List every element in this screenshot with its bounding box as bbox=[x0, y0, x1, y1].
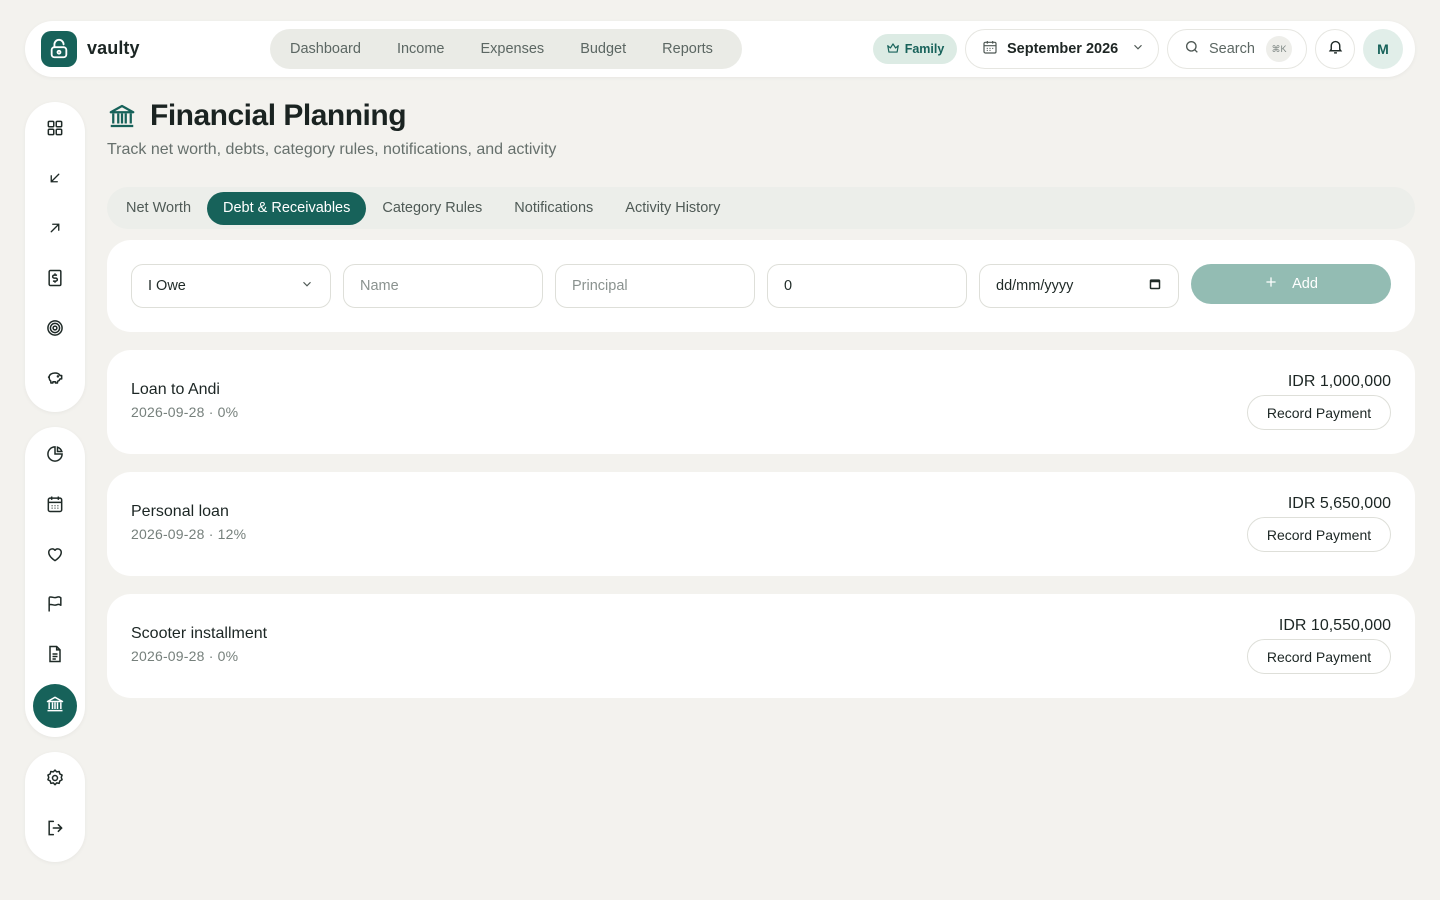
main-nav: Dashboard Income Expenses Budget Reports bbox=[270, 29, 742, 69]
vaulty-logo-icon[interactable] bbox=[41, 31, 77, 67]
sidebar-group-main bbox=[25, 102, 85, 412]
family-badge[interactable]: Family bbox=[873, 34, 957, 64]
add-button-label: Add bbox=[1292, 276, 1318, 292]
plus-icon bbox=[1264, 275, 1278, 293]
sidebar-item-income[interactable] bbox=[33, 158, 77, 202]
name-field[interactable] bbox=[343, 264, 543, 308]
pie-chart-icon bbox=[45, 444, 65, 469]
nav-reports[interactable]: Reports bbox=[644, 29, 731, 69]
list-item: Personal loan 2026-09-28 · 12% IDR 5,650… bbox=[107, 472, 1415, 576]
brand-name: vaulty bbox=[87, 38, 140, 58]
debt-amount: IDR 10,550,000 bbox=[1278, 617, 1391, 634]
tab-notifications[interactable]: Notifications bbox=[498, 192, 609, 225]
debt-name: Personal loan bbox=[131, 503, 229, 520]
sidebar-item-wishlist[interactable] bbox=[33, 534, 77, 578]
bank-icon bbox=[107, 101, 137, 136]
planning-tabs: Net Worth Debt & Receivables Category Ru… bbox=[107, 187, 1415, 229]
grid-icon bbox=[45, 118, 65, 143]
sidebar-group-system bbox=[25, 752, 85, 862]
settings-icon bbox=[45, 768, 65, 793]
sidebar-item-budget[interactable] bbox=[33, 258, 77, 302]
sidebar-item-logout[interactable] bbox=[33, 808, 77, 852]
page-title: Financial Planning bbox=[150, 99, 407, 132]
sidebar-item-financial-planning[interactable] bbox=[33, 684, 77, 728]
sidebar-item-reports[interactable] bbox=[33, 434, 77, 478]
name-input[interactable] bbox=[360, 278, 526, 294]
flag-icon bbox=[45, 594, 65, 619]
avatar[interactable]: M bbox=[1363, 29, 1403, 69]
target-icon bbox=[45, 318, 65, 343]
receipt-dollar-icon bbox=[45, 268, 65, 293]
heart-icon bbox=[45, 544, 65, 569]
due-date-field[interactable]: dd/mm/yyyy bbox=[979, 264, 1179, 308]
add-button[interactable]: Add bbox=[1191, 264, 1391, 304]
nav-budget[interactable]: Budget bbox=[562, 29, 644, 69]
sidebar-group-planning bbox=[25, 427, 85, 737]
sidebar-item-calendar[interactable] bbox=[33, 484, 77, 528]
principal-field[interactable] bbox=[555, 264, 755, 308]
interest-rate-field[interactable] bbox=[767, 264, 967, 308]
family-badge-label: Family bbox=[904, 42, 945, 56]
sidebar-item-goals[interactable] bbox=[33, 308, 77, 352]
debt-amount: IDR 1,000,000 bbox=[1287, 373, 1391, 390]
debt-type-value: I Owe bbox=[148, 278, 186, 294]
crown-icon bbox=[886, 41, 900, 58]
debt-name: Scooter installment bbox=[131, 625, 268, 642]
bank-icon bbox=[45, 694, 65, 719]
record-payment-button[interactable]: Record Payment bbox=[1247, 639, 1391, 674]
debt-type-select[interactable]: I Owe bbox=[131, 264, 331, 308]
sidebar-item-documents[interactable] bbox=[33, 634, 77, 678]
debt-name: Loan to Andi bbox=[131, 381, 220, 398]
record-payment-button[interactable]: Record Payment bbox=[1247, 395, 1391, 430]
sidebar-item-milestones[interactable] bbox=[33, 584, 77, 628]
tab-category-rules[interactable]: Category Rules bbox=[366, 192, 498, 225]
debt-meta: 2026-09-28 · 0% bbox=[131, 404, 239, 420]
month-selector[interactable]: September 2026 bbox=[965, 29, 1159, 69]
chevron-down-icon bbox=[300, 277, 314, 295]
top-bar: vaulty Dashboard Income Expenses Budget … bbox=[25, 21, 1415, 77]
sidebar-item-settings[interactable] bbox=[33, 758, 77, 802]
due-date-placeholder: dd/mm/yyyy bbox=[996, 278, 1074, 294]
tab-net-worth[interactable]: Net Worth bbox=[110, 192, 207, 225]
arrow-down-left-icon bbox=[46, 169, 64, 192]
chevron-down-icon bbox=[1131, 40, 1145, 58]
bell-icon bbox=[1327, 38, 1344, 60]
calendar-icon[interactable] bbox=[1148, 277, 1162, 295]
calendar-icon bbox=[45, 494, 65, 519]
search-label: Search bbox=[1209, 41, 1255, 57]
nav-income[interactable]: Income bbox=[379, 29, 463, 69]
notifications-button[interactable] bbox=[1315, 29, 1355, 69]
debt-meta: 2026-09-28 · 0% bbox=[131, 648, 239, 664]
calendar-icon bbox=[982, 39, 998, 59]
page-subtitle: Track net worth, debts, category rules, … bbox=[107, 141, 557, 158]
nav-dashboard[interactable]: Dashboard bbox=[272, 29, 379, 69]
nav-expenses[interactable]: Expenses bbox=[463, 29, 563, 69]
list-item: Loan to Andi 2026-09-28 · 0% IDR 1,000,0… bbox=[107, 350, 1415, 454]
logout-icon bbox=[45, 818, 65, 843]
month-label: September 2026 bbox=[1007, 41, 1119, 57]
record-payment-button[interactable]: Record Payment bbox=[1247, 517, 1391, 552]
piggy-bank-icon bbox=[45, 368, 65, 393]
search-icon bbox=[1184, 39, 1200, 59]
search-shortcut: ⌘K bbox=[1265, 36, 1292, 62]
sidebar-item-dashboard[interactable] bbox=[33, 108, 77, 152]
list-item: Scooter installment 2026-09-28 · 0% IDR … bbox=[107, 594, 1415, 698]
tab-debt-receivables[interactable]: Debt & Receivables bbox=[207, 191, 367, 225]
search-button[interactable]: Search ⌘K bbox=[1167, 29, 1307, 69]
principal-input[interactable] bbox=[572, 278, 738, 294]
sidebar-item-expenses[interactable] bbox=[33, 208, 77, 252]
arrow-up-right-icon bbox=[46, 219, 64, 242]
sidebar-item-savings[interactable] bbox=[33, 358, 77, 402]
tab-activity-history[interactable]: Activity History bbox=[609, 192, 736, 225]
add-debt-form: I Owe dd/mm/yyyy Add bbox=[107, 240, 1415, 332]
debt-meta: 2026-09-28 · 12% bbox=[131, 526, 247, 542]
debt-amount: IDR 5,650,000 bbox=[1287, 495, 1391, 512]
document-icon bbox=[45, 644, 65, 669]
interest-rate-input[interactable] bbox=[784, 278, 950, 294]
